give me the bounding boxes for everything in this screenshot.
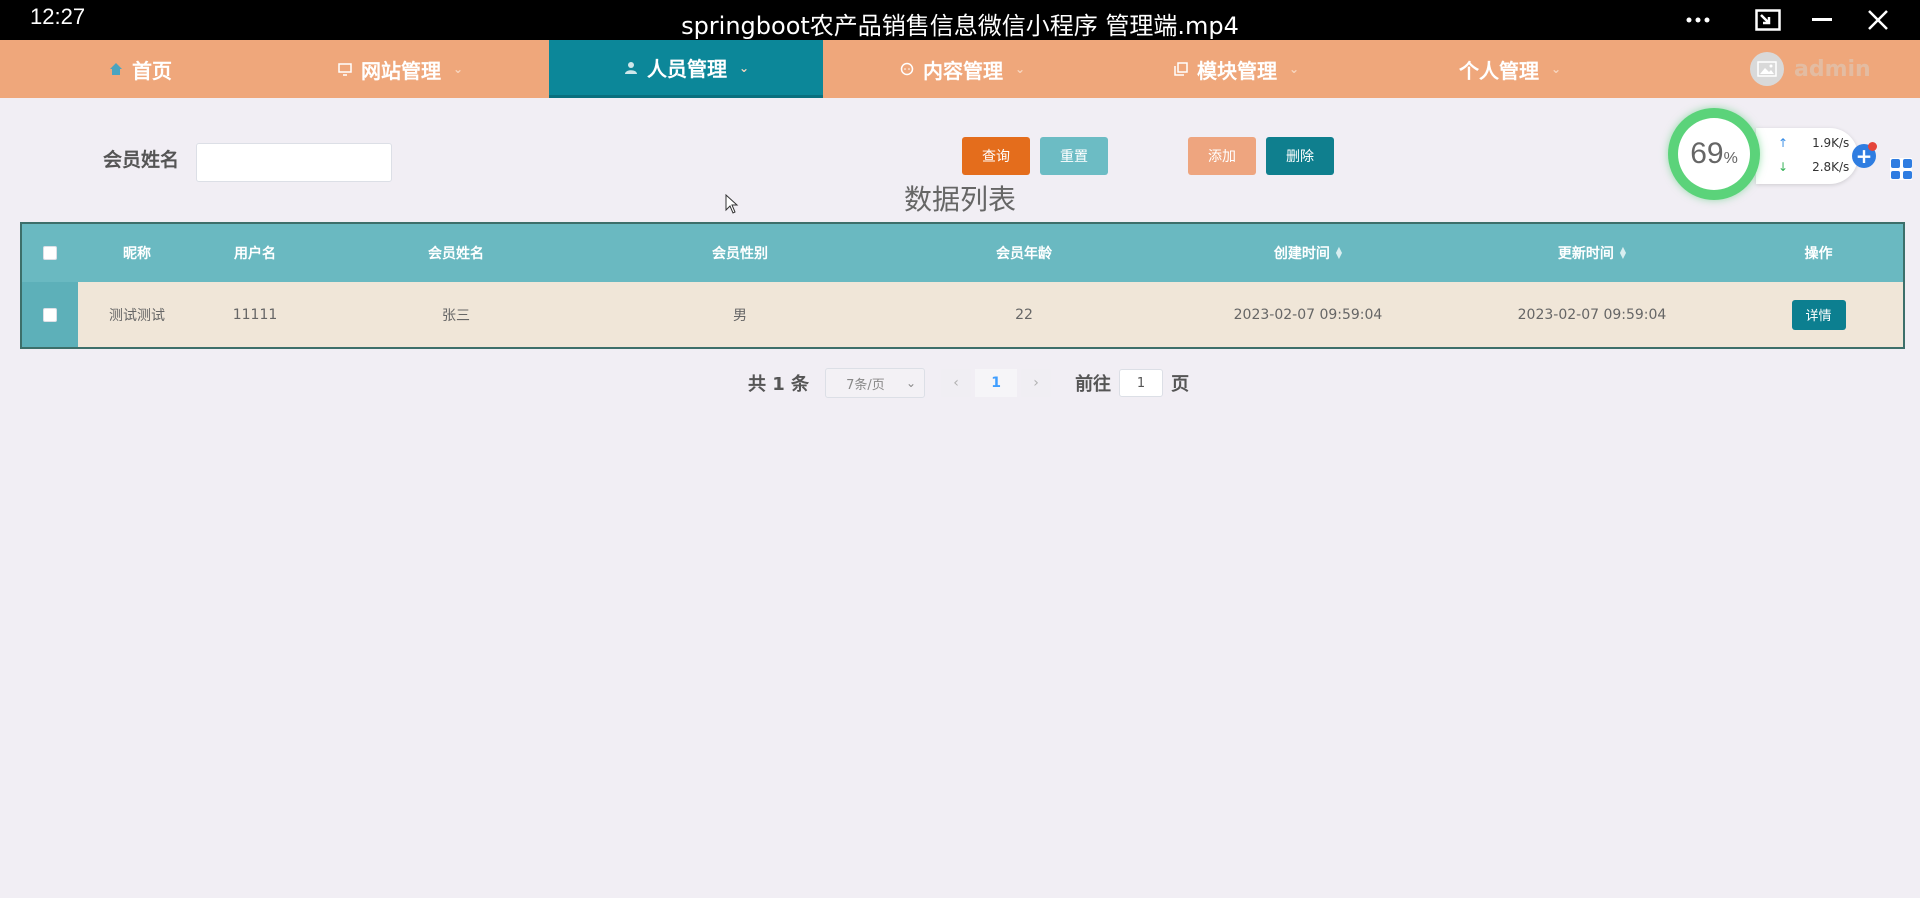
delete-button[interactable]: 删除 — [1266, 137, 1334, 175]
nav-item-module[interactable]: 模块管理 ⌄ — [1136, 40, 1336, 98]
chevron-down-icon: ⌄ — [1550, 62, 1562, 76]
column-header-label: 更新时间 — [1557, 246, 1614, 262]
cell-action: 详情 — [1734, 282, 1903, 347]
person-icon — [623, 60, 639, 76]
chevron-down-icon: ⌄ — [452, 62, 464, 76]
nav-item-personnel[interactable]: 人员管理 ⌄ — [549, 40, 823, 98]
speed-panel: ↑ 1.9K/s ↓ 2.8K/s — [1756, 128, 1858, 184]
column-header-updated[interactable]: 更新时间 ▲ ▼ — [1450, 224, 1734, 282]
nav-item-home[interactable]: 首页 — [40, 40, 240, 98]
column-header: 会员性别 — [712, 246, 768, 262]
chat-icon — [899, 61, 915, 77]
row-checkbox[interactable] — [43, 307, 57, 322]
nav-label: 人员管理 — [646, 57, 727, 81]
prev-page-button[interactable]: ‹ — [941, 369, 972, 397]
picture-in-picture-icon[interactable] — [1750, 4, 1786, 36]
select-all-checkbox[interactable] — [43, 246, 57, 260]
chevron-down-icon: ⌄ — [906, 376, 917, 390]
chevron-down-icon: ⌄ — [738, 60, 750, 75]
upload-speed-value: 1.9K/s — [1812, 136, 1850, 150]
detail-button[interactable]: 详情 — [1791, 299, 1846, 330]
download-speed-value: 2.8K/s — [1812, 160, 1850, 174]
nav-label: 内容管理 — [922, 58, 1003, 83]
cell-gender: 男 — [733, 307, 747, 324]
nav-item-personal[interactable]: 个人管理 ⌄ — [1410, 40, 1610, 98]
nav-label: 首页 — [132, 58, 172, 83]
user-menu[interactable]: admin — [1750, 52, 1871, 86]
add-button[interactable]: 添加 — [1188, 137, 1256, 175]
cell-name: 张三 — [442, 307, 470, 324]
nav-label: 模块管理 — [1196, 58, 1277, 83]
column-header: 昵称 — [123, 246, 151, 262]
nav-item-website[interactable]: 网站管理 ⌄ — [300, 40, 500, 98]
page-label: 页 — [1171, 374, 1190, 395]
table-row: 测试测试 11111 张三 男 22 2023-02-07 09:59:04 2… — [22, 282, 1903, 347]
cell-created: 2023-02-07 09:59:04 — [1233, 306, 1383, 323]
page-size-value: 7条/页 — [846, 377, 885, 393]
pagination: 共 1 条 7条/页 ⌄ ‹ 1 › 前往 1 页 — [748, 368, 1189, 398]
chevron-left-icon: ‹ — [953, 375, 959, 391]
cell-updated: 2023-02-07 09:59:04 — [1517, 306, 1667, 323]
chevron-down-icon: ⌄ — [1288, 62, 1300, 76]
upload-speed: ↑ 1.9K/s — [1778, 136, 1849, 150]
top-nav: 首页 网站管理 ⌄ 人员管理 ⌄ 内容管理 ⌄ 模块管理 ⌄ 个人管理 ⌄ ad… — [0, 40, 1920, 98]
list-title: 数据列表 — [903, 183, 1016, 216]
monitor-icon — [337, 61, 353, 77]
nav-label: 网站管理 — [360, 58, 441, 83]
next-page-button[interactable]: › — [1021, 369, 1052, 397]
minimize-icon[interactable] — [1804, 4, 1840, 36]
query-button[interactable]: 查询 — [962, 137, 1030, 175]
goto-page-input[interactable]: 1 — [1119, 369, 1164, 397]
sort-icon[interactable]: ▲ ▼ — [1620, 246, 1626, 260]
arrow-down-icon: ↓ — [1778, 160, 1789, 174]
column-header: 会员姓名 — [428, 246, 484, 262]
video-title: springboot农产品销售信息微信小程序 管理端.mp4 — [681, 12, 1239, 40]
home-icon — [108, 61, 124, 77]
row-checkbox-cell — [22, 282, 78, 347]
username-label: admin — [1794, 56, 1871, 82]
copy-icon — [1173, 61, 1189, 77]
pagination-total: 共 1 条 — [748, 374, 810, 395]
notification-dot — [1868, 142, 1877, 151]
chevron-right-icon: › — [1033, 375, 1039, 391]
avatar — [1750, 52, 1784, 86]
member-name-label: 会员姓名 — [103, 149, 180, 171]
chevron-down-icon: ⌄ — [1014, 62, 1026, 76]
cell-age: 22 — [1015, 306, 1033, 323]
reset-button[interactable]: 重置 — [1040, 137, 1108, 175]
column-header: 用户名 — [234, 246, 276, 262]
column-header: 操作 — [1804, 246, 1833, 262]
member-name-input[interactable] — [196, 143, 392, 182]
page-number[interactable]: 1 — [975, 369, 1018, 397]
memory-percent: 69% — [1678, 118, 1750, 190]
memory-percent-value: 69 — [1690, 137, 1724, 170]
cell-username: 11111 — [232, 306, 278, 323]
data-table: 昵称 用户名 会员姓名 会员性别 会员年龄 创建时间 ▲ ▼ 更新时间 ▲ ▼ 操作… — [20, 222, 1905, 349]
close-icon[interactable] — [1860, 4, 1896, 36]
column-header: 会员年龄 — [996, 246, 1052, 262]
sort-icon[interactable]: ▲ ▼ — [1336, 246, 1342, 260]
cell-nickname: 测试测试 — [109, 307, 165, 324]
select-all-checkbox-cell — [22, 224, 78, 282]
column-header-created[interactable]: 创建时间 ▲ ▼ — [1166, 224, 1450, 282]
apps-grid-icon[interactable] — [1890, 158, 1912, 180]
column-header-label: 创建时间 — [1273, 246, 1330, 262]
page-size-select[interactable]: 7条/页 ⌄ — [825, 368, 926, 398]
goto-label: 前往 — [1075, 374, 1112, 395]
table-header: 昵称 用户名 会员姓名 会员性别 会员年龄 创建时间 ▲ ▼ 更新时间 ▲ ▼ 操作 — [22, 224, 1903, 282]
nav-label: 个人管理 — [1458, 58, 1539, 83]
video-title-bar: 12:27 springboot农产品销售信息微信小程序 管理端.mp4 — [0, 0, 1920, 40]
mouse-cursor-icon — [725, 194, 739, 214]
percent-sign: % — [1723, 150, 1738, 167]
download-speed: ↓ 2.8K/s — [1778, 160, 1849, 174]
arrow-up-icon: ↑ — [1778, 136, 1789, 150]
more-icon[interactable] — [1680, 4, 1716, 36]
nav-item-content[interactable]: 内容管理 ⌄ — [862, 40, 1062, 98]
memory-ring: 69% — [1668, 108, 1760, 200]
